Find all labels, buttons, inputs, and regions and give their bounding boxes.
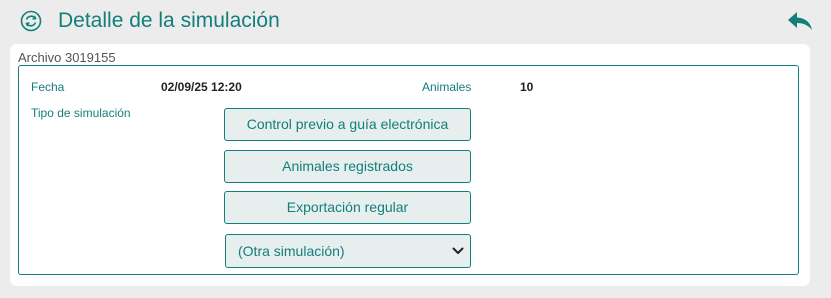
tipo-simulacion-label: Tipo de simulación bbox=[31, 106, 131, 120]
animales-value: 10 bbox=[520, 80, 534, 94]
sync-icon[interactable] bbox=[20, 10, 42, 32]
file-label: Archivo 3019155 bbox=[18, 50, 116, 65]
simulation-panel: Archivo 3019155 Fecha 02/09/25 12:20 Ani… bbox=[10, 44, 810, 286]
back-icon[interactable] bbox=[786, 9, 814, 33]
chevron-down-icon bbox=[452, 247, 464, 254]
exportacion-regular-button[interactable]: Exportación regular bbox=[224, 191, 471, 224]
fecha-label: Fecha bbox=[31, 80, 65, 94]
animales-registrados-button[interactable]: Animales registrados bbox=[224, 150, 471, 183]
details-fieldset: Fecha 02/09/25 12:20 Animales 10 Tipo de… bbox=[18, 65, 799, 275]
page-title: Detalle de la simulación bbox=[58, 9, 280, 32]
otra-simulacion-select[interactable]: (Otra simulación) bbox=[225, 234, 471, 268]
control-previo-button[interactable]: Control previo a guía electrónica bbox=[224, 108, 471, 141]
fecha-value: 02/09/25 12:20 bbox=[161, 80, 242, 94]
page-header: Detalle de la simulación bbox=[0, 0, 831, 44]
animales-label: Animales bbox=[422, 80, 472, 94]
select-value: (Otra simulación) bbox=[238, 243, 345, 259]
